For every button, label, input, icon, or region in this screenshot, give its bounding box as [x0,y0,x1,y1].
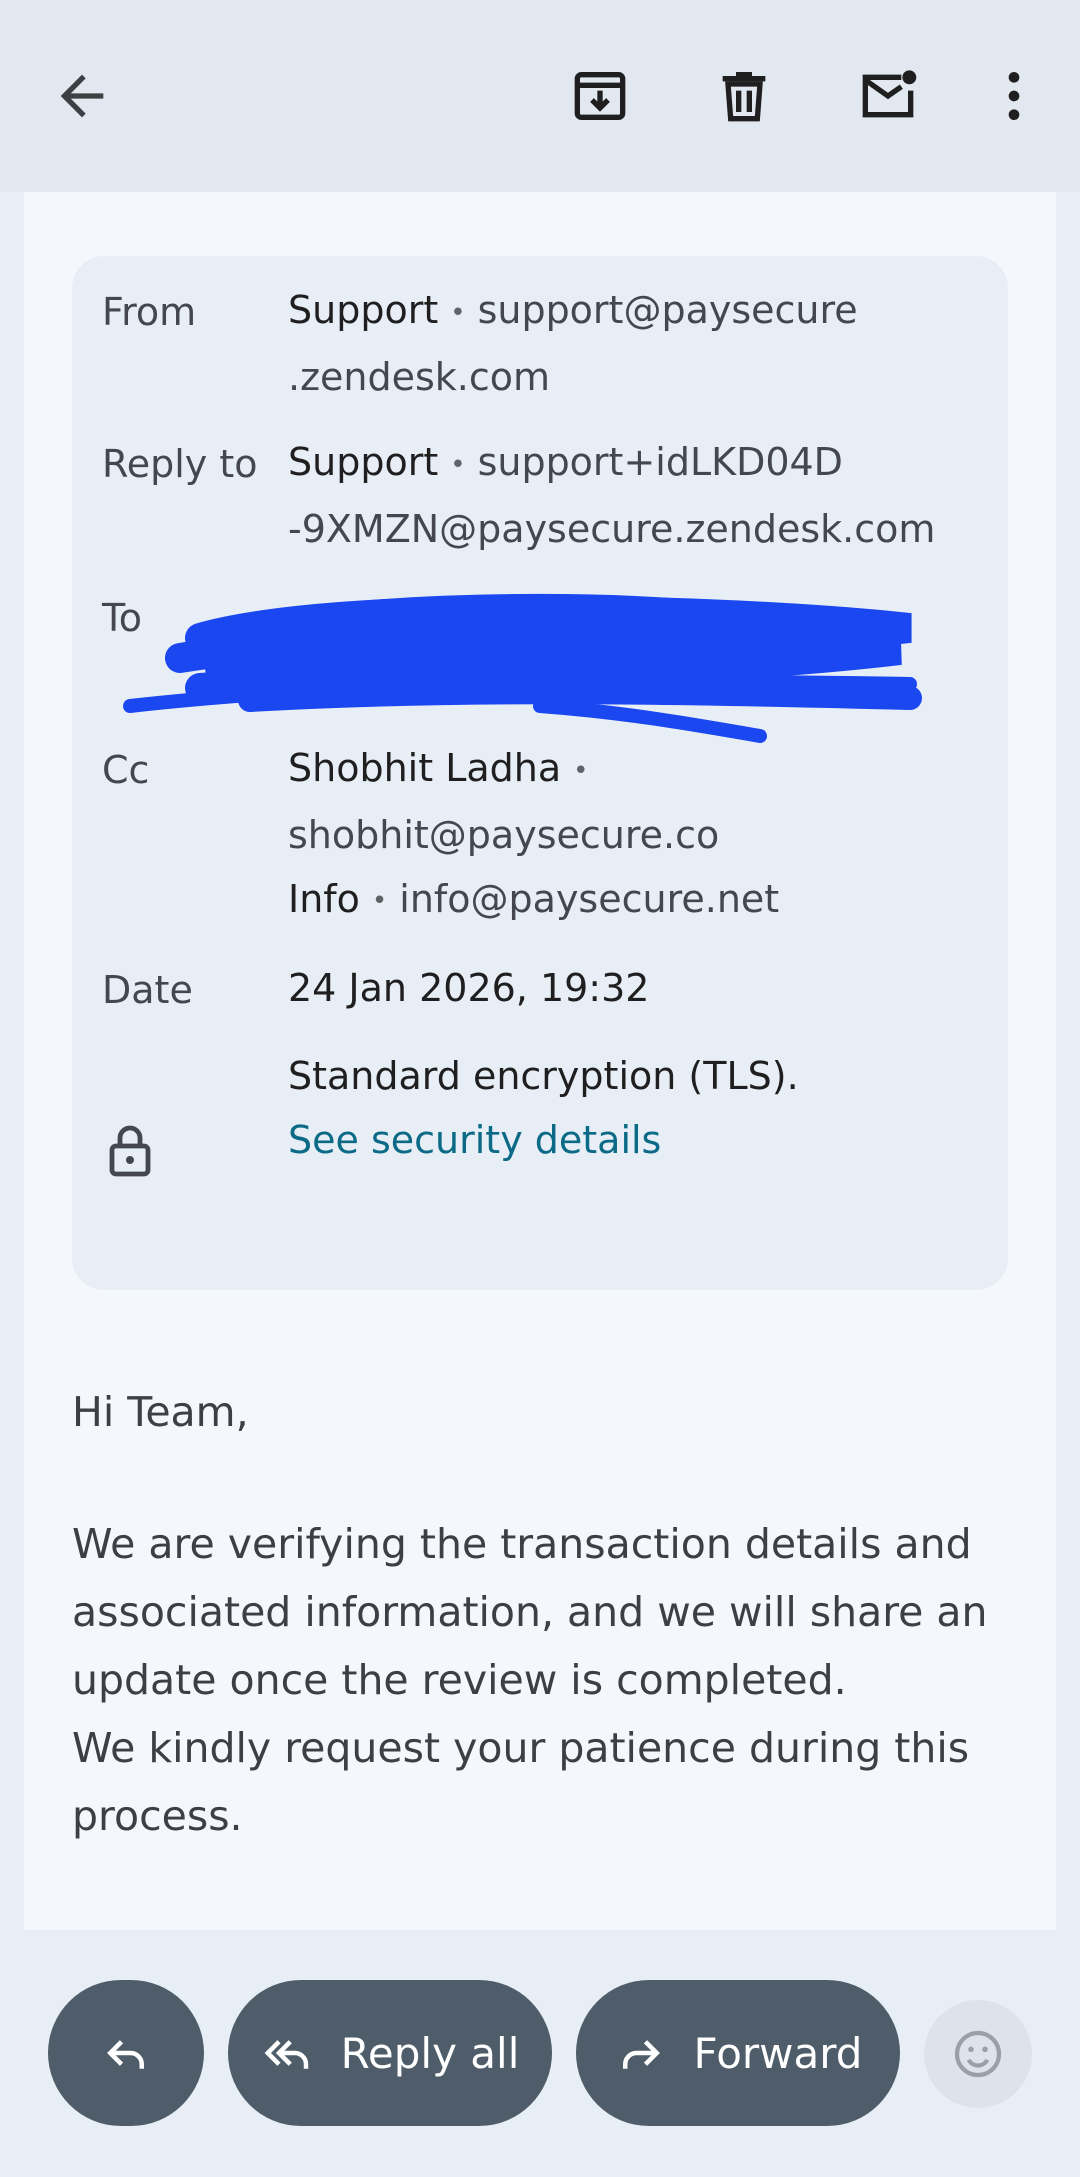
body-line: We kindly request your patience during t… [72,1724,970,1772]
mark-unread-button[interactable] [838,46,938,146]
redaction-scribble [123,593,922,743]
forward-button[interactable]: Forward [576,1980,900,2126]
reply-to-value: Support • support+idLKD04D -9XMZN@paysecur… [288,440,936,551]
reply-to-email-cont[interactable]: -9XMZN@paysecure.zendesk.com [288,507,935,551]
cc2-email[interactable]: info@paysecure.net [399,877,779,921]
reply-all-button[interactable]: Reply all [228,1980,552,2126]
from-email[interactable]: support@paysecure [478,288,858,332]
lock-icon [109,1125,151,1177]
emoji-reaction-button[interactable] [924,2000,1032,2108]
top-app-bar [0,0,1080,192]
reply-all-label: Reply all [340,2028,520,2078]
body-line: update once the review is completed. [72,1656,847,1704]
date-value: 24 Jan 2026, 19:32 [288,966,650,1010]
arrow-left-icon [60,74,104,118]
cc-label: Cc [102,748,150,792]
date-label: Date [102,968,193,1012]
cc1-email[interactable]: shobhit@paysecure.co [288,813,719,857]
forward-icon [622,2040,660,2069]
body-line: We are verifying the transaction details… [72,1520,972,1568]
forward-label: Forward [693,2028,863,2078]
cc1-name: Shobhit Ladha [288,746,562,790]
body-line: associated information, and we will shar… [72,1588,988,1636]
encryption-info: Standard encryption (TLS). See security … [288,1044,988,1172]
archive-icon [574,72,626,120]
message-body: We are verifying the transaction details… [72,1510,1012,1850]
mail-unread-icon [862,70,917,118]
from-name: Support [288,288,439,332]
bottom-action-bar: Reply all Forward [0,1930,1080,2177]
cc-value: Shobhit Ladha • shobhit@paysecure.co Info… [288,746,780,921]
reply-to-name: Support [288,440,439,484]
security-details-link[interactable]: See security details [288,1118,661,1162]
back-button[interactable] [32,46,132,146]
reply-all-icon [264,2040,308,2069]
reply-button[interactable] [48,1980,204,2126]
reply-icon [107,2040,144,2069]
smiley-icon [954,2030,1002,2078]
body-line: process. [72,1792,243,1840]
message-view: From Support • support@paysecure .zendesk.… [24,192,1056,1930]
from-label: From [102,290,197,334]
more-options-button[interactable] [964,46,1064,146]
cc2-name: Info [288,876,360,921]
reply-to-email[interactable]: support+idLKD04D [478,440,843,484]
delete-button[interactable] [694,46,794,146]
reply-to-label: Reply to [102,442,258,486]
archive-button[interactable] [550,46,650,146]
greeting: Hi Team, [72,1388,249,1436]
from-email-cont[interactable]: .zendesk.com [288,355,550,399]
more-vert-icon [1008,72,1020,120]
trash-icon [722,72,766,122]
from-value: Support • support@paysecure .zendesk.com [288,288,858,399]
encryption-text: Standard encryption (TLS). [288,1054,799,1098]
message-details-card: From Support • support@paysecure .zendesk.… [72,256,1008,1290]
